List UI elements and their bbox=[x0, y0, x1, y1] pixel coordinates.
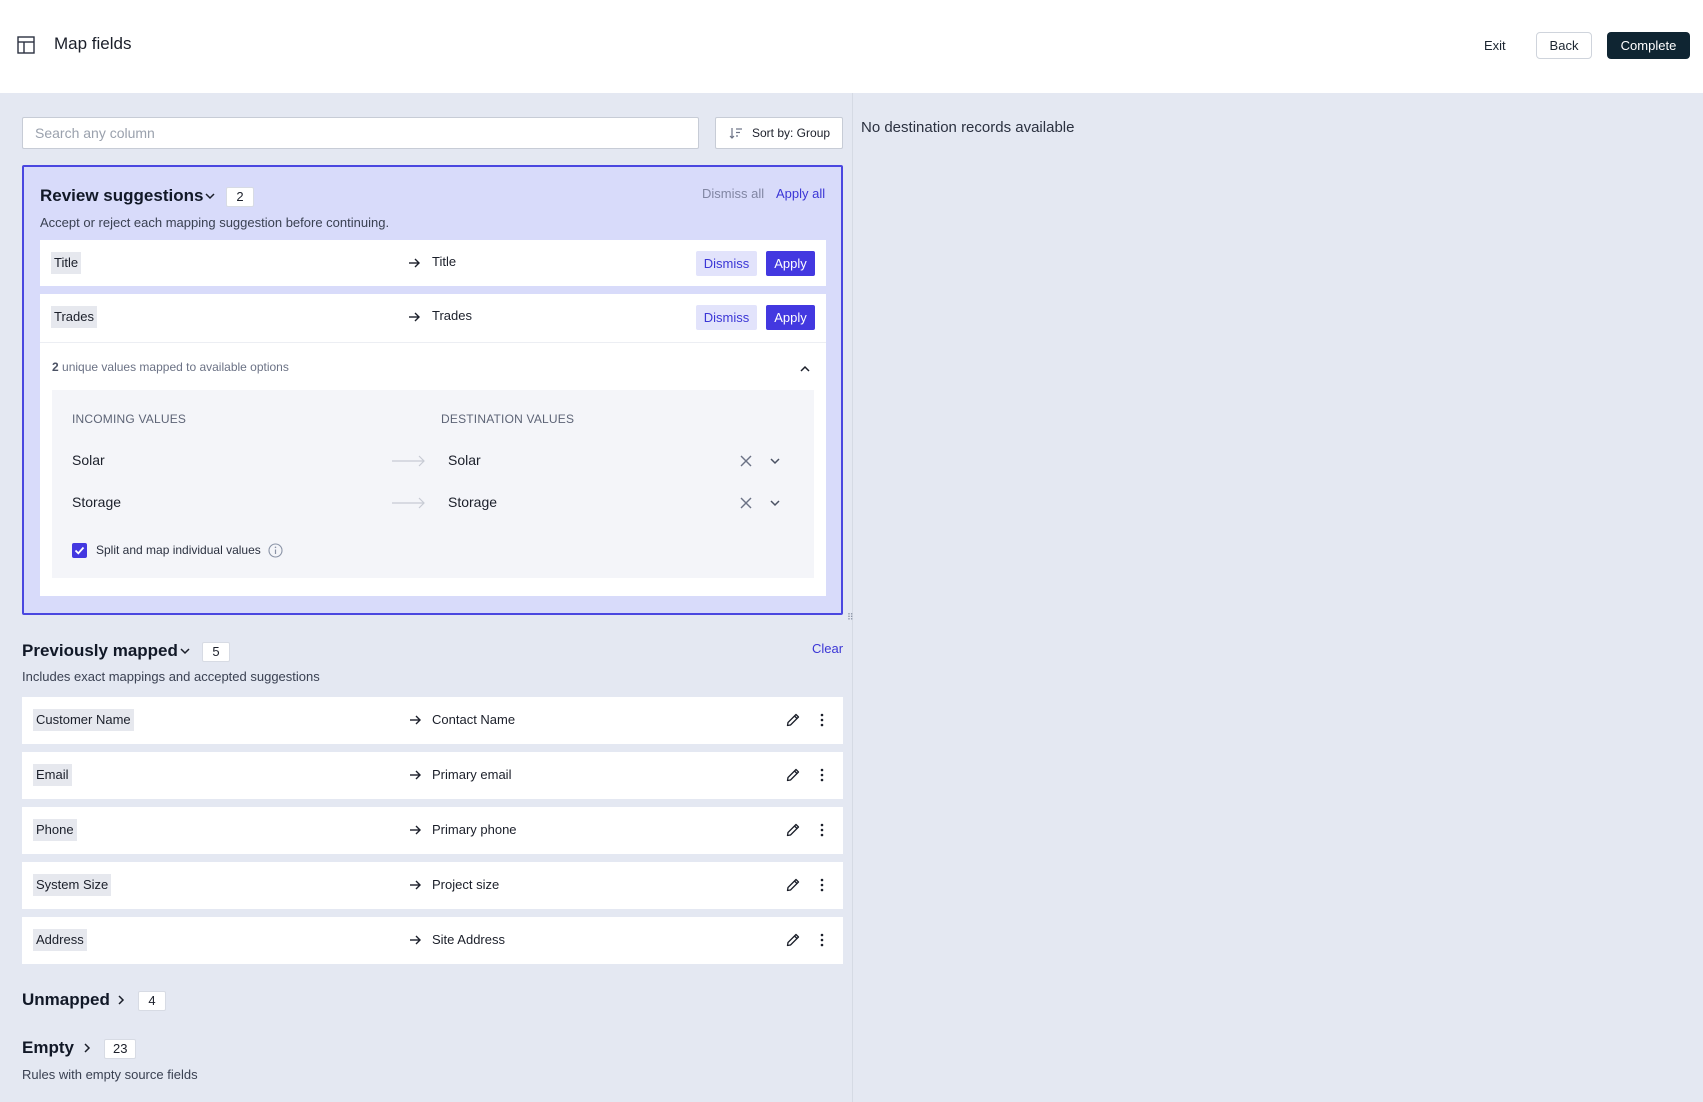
dismiss-all-button[interactable]: Dismiss all bbox=[702, 186, 764, 201]
source-field-chip: Address bbox=[33, 929, 87, 951]
suggestion-row-expanded: Trades Trades Dismiss Apply 2 unique val… bbox=[40, 294, 826, 596]
mapped-row: System Size Project size bbox=[22, 862, 843, 909]
dismiss-button[interactable]: Dismiss bbox=[696, 305, 757, 330]
mapped-row: Address Site Address bbox=[22, 917, 843, 964]
chevron-down-icon[interactable] bbox=[768, 496, 782, 510]
apply-all-button[interactable]: Apply all bbox=[776, 186, 825, 201]
source-field-chip: Phone bbox=[33, 819, 77, 841]
source-field-chip: Trades bbox=[51, 306, 97, 328]
split-values-label[interactable]: Split and map individual values bbox=[96, 543, 261, 557]
chevron-right-icon[interactable] bbox=[80, 1041, 94, 1055]
arrow-right-icon bbox=[410, 935, 421, 945]
apply-button[interactable]: Apply bbox=[766, 305, 815, 330]
value-arrow-icon bbox=[392, 497, 425, 509]
incoming-values-header: INCOMING VALUES bbox=[72, 412, 187, 426]
destination-values-header: DESTINATION VALUES bbox=[441, 412, 575, 426]
more-options-icon[interactable] bbox=[814, 822, 830, 838]
sort-label: Sort by: Group bbox=[752, 126, 831, 140]
destination-field: Trades bbox=[432, 308, 472, 323]
back-button[interactable]: Back bbox=[1536, 32, 1592, 59]
chevron-down-icon[interactable] bbox=[768, 454, 782, 468]
complete-button[interactable]: Complete bbox=[1607, 32, 1690, 59]
arrow-right-icon bbox=[410, 715, 421, 725]
more-options-icon[interactable] bbox=[814, 932, 830, 948]
top-bar: Map fields Exit Back Complete bbox=[0, 0, 1703, 93]
destination-field: Title bbox=[432, 254, 457, 269]
exit-button[interactable]: Exit bbox=[1474, 32, 1516, 59]
sort-icon bbox=[729, 128, 742, 139]
value-mapping-box: INCOMING VALUES DESTINATION VALUES Solar… bbox=[52, 390, 814, 578]
destination-field: Project size bbox=[432, 877, 500, 892]
review-suggestions-panel: Review suggestions 2 Accept or reject ea… bbox=[22, 165, 843, 615]
clear-value-icon[interactable] bbox=[740, 455, 752, 467]
unique-values-count: 2 bbox=[52, 360, 59, 374]
destination-field: Contact Name bbox=[432, 712, 516, 727]
clear-value-icon[interactable] bbox=[740, 497, 752, 509]
column-divider bbox=[852, 93, 853, 1102]
dismiss-button[interactable]: Dismiss bbox=[696, 251, 757, 276]
previously-mapped-description: Includes exact mappings and accepted sug… bbox=[22, 669, 320, 684]
edit-icon[interactable] bbox=[785, 767, 801, 783]
unmapped-count-badge: 4 bbox=[138, 991, 166, 1011]
source-field-chip: Email bbox=[33, 764, 72, 786]
arrow-right-icon bbox=[410, 770, 421, 780]
apply-button[interactable]: Apply bbox=[766, 251, 815, 276]
more-options-icon[interactable] bbox=[814, 877, 830, 893]
incoming-value: Storage bbox=[72, 494, 122, 510]
empty-description: Rules with empty source fields bbox=[22, 1067, 198, 1082]
previously-mapped-count-badge: 5 bbox=[202, 642, 230, 662]
review-count-badge: 2 bbox=[226, 187, 254, 207]
split-values-checkbox[interactable] bbox=[72, 543, 87, 558]
chevron-down-icon[interactable] bbox=[203, 189, 217, 203]
sort-button[interactable]: Sort by: Group bbox=[715, 117, 843, 149]
empty-title[interactable]: Empty bbox=[22, 1038, 74, 1058]
arrow-right-icon bbox=[410, 880, 421, 890]
arrow-right-icon bbox=[409, 258, 420, 268]
page-title: Map fields bbox=[54, 34, 132, 53]
edit-icon[interactable] bbox=[785, 712, 801, 728]
more-options-icon[interactable] bbox=[814, 712, 830, 728]
unique-values-summary: 2 unique values mapped to available opti… bbox=[52, 360, 289, 374]
empty-count-badge: 23 bbox=[104, 1039, 137, 1059]
info-icon[interactable] bbox=[268, 543, 283, 558]
edit-icon[interactable] bbox=[785, 877, 801, 893]
edit-icon[interactable] bbox=[785, 822, 801, 838]
arrow-right-icon bbox=[410, 825, 421, 835]
review-description: Accept or reject each mapping suggestion… bbox=[40, 215, 390, 230]
unique-values-text: unique values mapped to available option… bbox=[62, 360, 289, 374]
chevron-right-icon[interactable] bbox=[114, 993, 128, 1007]
destination-field: Primary email bbox=[432, 767, 512, 782]
chevron-down-icon[interactable] bbox=[178, 644, 192, 658]
arrow-right-icon bbox=[409, 312, 420, 322]
destination-value-select[interactable]: Solar bbox=[448, 452, 481, 468]
search-input[interactable] bbox=[22, 117, 699, 149]
row-divider bbox=[40, 342, 826, 343]
incoming-value: Solar bbox=[72, 452, 105, 468]
mapped-row: Customer Name Contact Name bbox=[22, 697, 843, 744]
mapped-row: Phone Primary phone bbox=[22, 807, 843, 854]
chevron-up-icon[interactable] bbox=[798, 362, 812, 376]
more-options-icon[interactable] bbox=[814, 767, 830, 783]
edit-icon[interactable] bbox=[785, 932, 801, 948]
source-field-chip: Customer Name bbox=[33, 709, 134, 731]
destination-field: Primary phone bbox=[432, 822, 517, 837]
suggestion-row: Title Title Dismiss Apply bbox=[40, 240, 826, 286]
destination-field: Site Address bbox=[432, 932, 505, 947]
destination-value-select[interactable]: Storage bbox=[448, 494, 497, 510]
table-icon bbox=[17, 36, 35, 54]
source-field-chip: Title bbox=[51, 252, 82, 274]
unmapped-title[interactable]: Unmapped bbox=[22, 990, 110, 1010]
review-suggestions-title: Review suggestions bbox=[40, 186, 204, 205]
value-arrow-icon bbox=[392, 455, 425, 467]
no-records-message: No destination records available bbox=[861, 119, 1075, 136]
previously-mapped-title: Previously mapped bbox=[22, 641, 178, 660]
mapped-row: Email Primary email bbox=[22, 752, 843, 799]
resize-handle-icon[interactable]: ⠿ bbox=[847, 612, 854, 623]
source-field-chip: System Size bbox=[33, 874, 112, 896]
clear-button[interactable]: Clear bbox=[812, 641, 843, 656]
